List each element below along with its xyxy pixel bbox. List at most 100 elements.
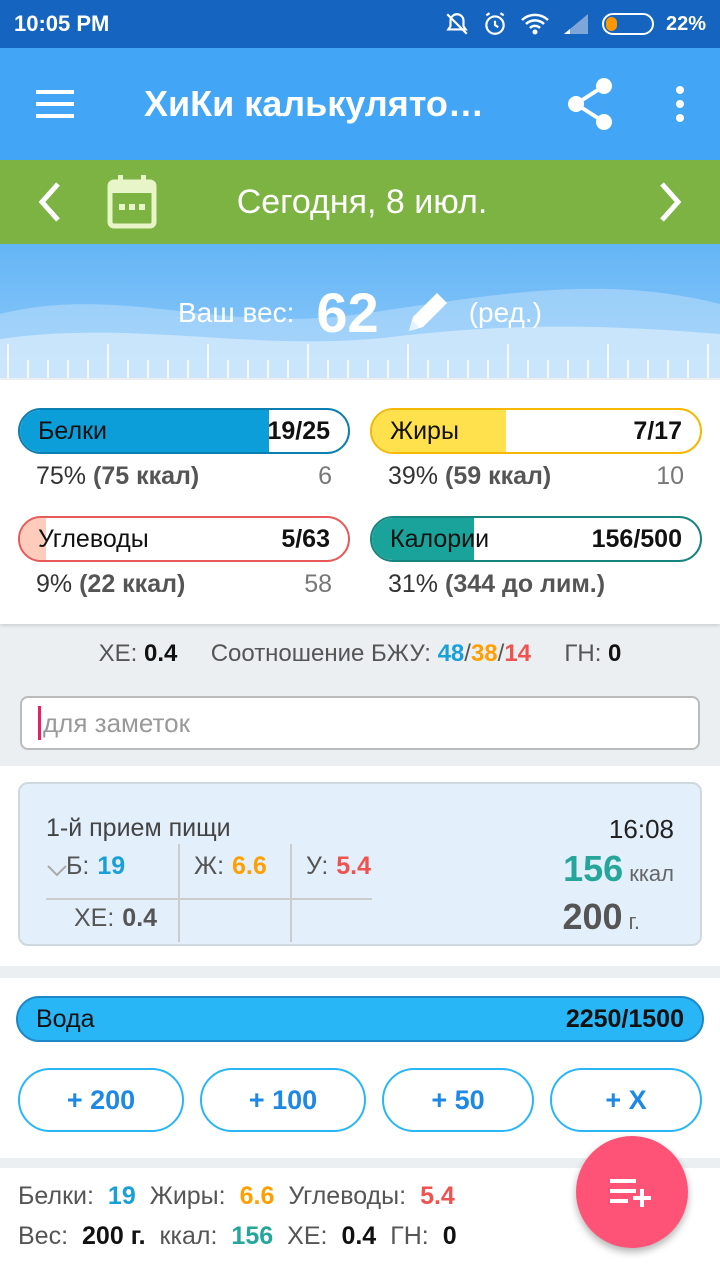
chevron-left-icon [38, 182, 60, 222]
meal-carbs: У: 5.4 [306, 852, 371, 881]
ratio-fat: 38 [470, 640, 498, 667]
xe-label: ХЕ: [98, 640, 138, 667]
macro-protein[interactable]: Белки 19/25 75% (75 ккал) 6 [18, 408, 350, 491]
chevron-down-icon[interactable] [46, 864, 68, 878]
meal-protein-value: 19 [97, 852, 126, 880]
weight-value: 62 [316, 281, 379, 344]
calories-percent: 31% [388, 570, 439, 598]
total-protein-label: Белки: [18, 1182, 94, 1210]
app-title: ХиКи калькулято… [144, 83, 484, 124]
meal-grams-value: 200 [562, 896, 623, 937]
weight-header[interactable]: Ваш вес: 62 (ред.) [0, 244, 720, 378]
carbs-name: Углеводы [38, 524, 149, 553]
current-date[interactable]: Сегодня, 8 июл. [164, 183, 620, 222]
share-icon [568, 78, 612, 130]
meal-macro-grid: Б: 19 Ж: 6.6 У: 5.4 ХЕ: 0.4 [46, 844, 372, 942]
date-bar: Сегодня, 8 июл. [0, 160, 720, 244]
ratio-protein: 48 [437, 640, 465, 667]
meal-fat-label: Ж: [194, 852, 225, 880]
meal-protein-label: Б: [66, 852, 90, 880]
add-food-fab[interactable] [576, 1136, 688, 1248]
total-gn-label: ГН: [390, 1222, 429, 1250]
calories-name: Калории [390, 524, 490, 553]
calories-kcal: (344 до лим.) [445, 570, 606, 598]
macro-fat[interactable]: Жиры 7/17 39% (59 ккал) 10 [370, 408, 702, 491]
macro-carbs[interactable]: Углеводы 5/63 9% (22 ккал) 58 [18, 516, 350, 599]
more-options-button[interactable] [640, 48, 720, 160]
daily-summary: ХЕ: 0.4 Соотношение БЖУ: 48/38/14 ГН: 0 [98, 640, 622, 667]
meal-kcal-unit: ккал [629, 861, 674, 886]
protein-kcal: (75 ккал) [93, 462, 200, 490]
protein-remaining: 6 [318, 462, 332, 490]
total-kcal-value: 156 [231, 1222, 274, 1250]
fat-name: Жиры [390, 416, 459, 445]
pencil-icon[interactable] [401, 287, 453, 339]
next-day-button[interactable] [620, 160, 720, 244]
meal-card[interactable]: 1-й прием пищи 16:08 Б: 19 Ж: 6.6 У: 5.4 ХЕ… [18, 782, 702, 946]
gn-value: 0 [608, 640, 622, 667]
protein-value: 19/25 [267, 416, 330, 445]
water-name: Вода [36, 1004, 95, 1033]
fat-remaining: 10 [656, 462, 684, 490]
calendar-icon [107, 175, 157, 229]
meal-fat: Ж: 6.6 [194, 852, 267, 881]
water-bar[interactable]: Вода 2250/1500 [16, 996, 704, 1042]
chevron-right-icon [660, 182, 682, 222]
calendar-button[interactable] [100, 160, 164, 244]
meal-carbs-value: 5.4 [336, 852, 372, 880]
signal-icon [562, 12, 590, 36]
ratio-carbs: 14 [504, 640, 532, 667]
meal-time: 16:08 [608, 814, 674, 844]
fat-percent: 39% [388, 462, 439, 490]
carbs-percent: 9% [36, 570, 73, 598]
add-water-custom-button[interactable]: + X [550, 1068, 702, 1132]
meal-protein: Б: 19 [66, 852, 125, 881]
total-gn-value: 0 [442, 1222, 457, 1250]
total-weight-label: Вес: [18, 1222, 69, 1250]
meal-xe-label: ХЕ: [74, 904, 115, 932]
fat-value: 7/17 [633, 416, 682, 445]
share-button[interactable] [540, 48, 640, 160]
meal-carbs-label: У: [306, 852, 329, 880]
hamburger-icon [36, 90, 74, 118]
notes-input[interactable]: для заметок [20, 696, 700, 750]
macros-card: Белки 19/25 75% (75 ккал) 6 Жиры 7/17 39%… [0, 380, 720, 624]
gn-label: ГН: [564, 640, 602, 667]
total-kcal-label: ккал: [159, 1222, 218, 1250]
prev-day-button[interactable] [0, 160, 100, 244]
weight-label: Ваш вес: [178, 296, 295, 328]
menu-button[interactable] [0, 48, 112, 160]
meal-grams-unit: г. [628, 909, 640, 934]
add-water-200-button[interactable]: + 200 [18, 1068, 184, 1132]
total-xe-value: 0.4 [341, 1222, 377, 1250]
carbs-value: 5/63 [281, 524, 330, 553]
status-time: 10:05 PM [14, 11, 110, 36]
add-water-50-button[interactable]: + 50 [382, 1068, 534, 1132]
grid-divider [46, 898, 372, 900]
status-bar: 10:05 PM 22% [0, 0, 720, 48]
add-water-100-button[interactable]: + 100 [200, 1068, 366, 1132]
battery-icon [601, 13, 654, 35]
meals-section: 1-й прием пищи 16:08 Б: 19 Ж: 6.6 У: 5.4 ХЕ… [0, 766, 720, 966]
notes-placeholder: для заметок [43, 707, 190, 738]
total-protein-value: 19 [107, 1182, 136, 1210]
ratio-label: Соотношение БЖУ: [210, 640, 431, 667]
meal-kcal-value: 156 [563, 848, 624, 889]
total-fat-label: Жиры: [149, 1182, 226, 1210]
text-cursor [38, 706, 41, 740]
meal-xe: ХЕ: 0.4 [74, 904, 157, 933]
protein-name: Белки [38, 416, 107, 445]
meal-grams: 200 г. [562, 896, 640, 938]
meal-fat-value: 6.6 [232, 852, 267, 880]
calories-bar: Калории 156/500 [370, 516, 702, 562]
more-vert-icon [676, 86, 684, 122]
calories-value: 156/500 [591, 524, 682, 553]
total-fat-value: 6.6 [239, 1182, 275, 1210]
edit-weight-link[interactable]: (ред.) [469, 297, 542, 329]
alarm-icon [482, 11, 508, 37]
water-value: 2250/1500 [565, 1004, 684, 1033]
macro-calories[interactable]: Калории 156/500 31% (344 до лим.) [370, 516, 702, 599]
carbs-remaining: 58 [304, 570, 332, 598]
total-carbs-value: 5.4 [420, 1182, 455, 1210]
battery-percent: 22% [665, 12, 706, 35]
